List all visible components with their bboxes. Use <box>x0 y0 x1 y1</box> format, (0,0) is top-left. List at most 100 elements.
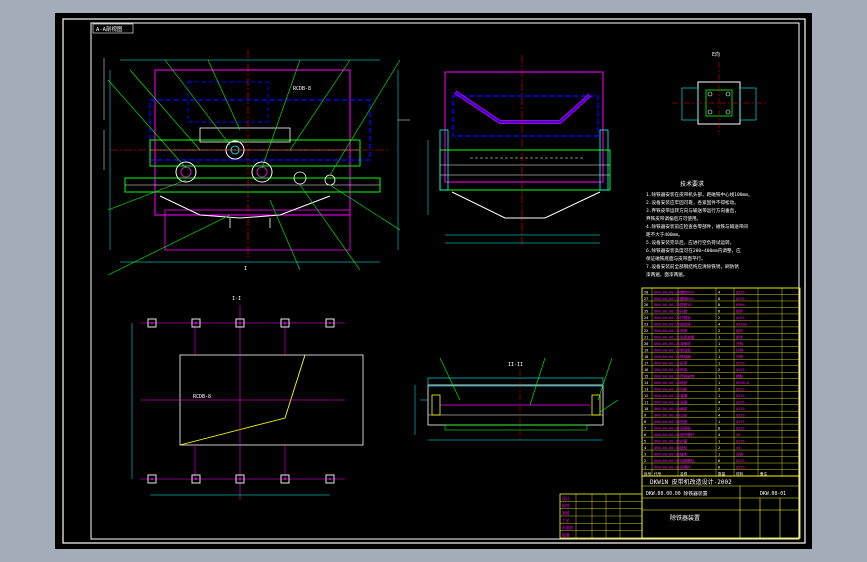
bom-cell: DKW.00.00.21 <box>654 336 680 340</box>
front-view-label: I <box>244 266 247 272</box>
section-view-label: II-II <box>508 362 523 368</box>
note-line: 弃铁皮带调偏后方可使用。 <box>646 215 701 222</box>
bom-cell: DKW.00.00.13 <box>654 388 680 392</box>
cad-drawing-window[interactable]: A-A剖视图 I RCDB-8 E向 技术要求 1.除铁器安装在皮带机头部，距磁… <box>0 0 867 562</box>
bom-cell: 16 <box>644 368 648 372</box>
bom-cell: 1 <box>718 336 720 340</box>
bom-cell: DKW.00.00.22 <box>654 329 680 333</box>
bom-cell: RCDB-8 <box>736 381 749 385</box>
bom-cell: 2 <box>718 388 720 392</box>
bom-cell: 磁铁 <box>680 380 688 385</box>
bom-cell: 4 <box>718 413 720 417</box>
bom-cell: Q235 <box>736 394 745 398</box>
bom-cell: 1 <box>644 465 646 469</box>
bom-cell: DKW.00.00.23 <box>654 323 680 327</box>
plan-view-label: I-I <box>232 296 241 302</box>
bom-header-cell: 名称 <box>680 471 688 476</box>
revision-cell: 审核 <box>562 511 570 516</box>
bom-cell: DKW.00.00.25 <box>654 310 680 314</box>
bom-cell: 8 <box>718 465 720 469</box>
bom-cell: DKW.00.00.09 <box>654 413 680 417</box>
bom-cell: 支腿 <box>680 399 688 404</box>
bom-cell: 螺母M16 <box>680 296 694 301</box>
bom-cell: 橡胶 <box>736 374 744 379</box>
title-product: DKW.00.00.00 除铁器装置 <box>646 490 708 497</box>
bom-cell: 2 <box>718 316 720 320</box>
bom-cell: 1 <box>718 362 720 366</box>
bom-cell: DKW.00.00.01 <box>654 465 680 469</box>
bom-cell: DKW.00.00.03 <box>654 452 680 456</box>
drawing-name: 除铁器装置 <box>670 514 700 522</box>
bom-cell: 45 <box>736 446 740 450</box>
bom-cell: 外购 <box>736 451 744 456</box>
bom-cell: Q235 <box>736 420 745 424</box>
note-line: 2.设备安装应牢固可靠，各紧固件不得松动。 <box>646 199 739 206</box>
bom-cell: 连接板 <box>680 425 691 430</box>
note-line: 距不大于400mm。 <box>646 231 683 238</box>
note-line: 4.除铁器安装前应检查各零部件，磁铁与输送带间 <box>646 223 748 230</box>
magnet-label-front: RCDB-8 <box>293 86 311 92</box>
bom-cell: 滚筒 <box>680 328 688 333</box>
bom-cell: 1 <box>718 439 720 443</box>
bom-cell: DKW.00.00.04 <box>654 446 680 450</box>
bom-cell: 1 <box>718 394 720 398</box>
detail-view-label: E向 <box>712 51 720 58</box>
bom-cell: 23 <box>644 323 648 327</box>
bom-cell: 4 <box>718 433 720 437</box>
bom-header-cell: 备注 <box>760 471 768 476</box>
note-line: 6.除铁器安装高度可在200~400mm内调整，应 <box>646 247 741 254</box>
bom-cell: HT200 <box>736 323 747 327</box>
bom-cell: 8 <box>644 420 646 424</box>
bom-cell: 25 <box>644 310 648 314</box>
bom-cell: DKW.00.00.07 <box>654 426 680 430</box>
bom-cell: 6 <box>644 433 646 437</box>
bom-cell: 1 <box>718 452 720 456</box>
bom-header-cell: 代号 <box>654 471 662 476</box>
bom-cell: Q235 <box>736 400 745 404</box>
bom-cell: 4 <box>718 290 720 294</box>
bom-cell: Q235 <box>736 459 745 463</box>
bom-cell: DKW.00.00.16 <box>654 368 680 372</box>
note-line: 保证磁铁底面与皮带面平行。 <box>646 255 706 262</box>
bom-cell: 联轴器 <box>680 354 691 359</box>
bom-cell: 1 <box>718 381 720 385</box>
bom-cell: 溜槽 <box>680 393 688 398</box>
bom-cell: DKW.00.00.02 <box>654 459 680 463</box>
bom-cell: 11 <box>644 400 648 404</box>
bom-cell: 20 <box>644 342 648 346</box>
bom-cell: DKW.00.00.17 <box>654 362 680 366</box>
bom-cell: Q235 <box>736 290 745 294</box>
bom-cell: 减速机 <box>680 341 691 346</box>
corner-tag-text: A-A剖视图 <box>96 25 123 33</box>
bom-cell: 吊架 <box>680 367 688 372</box>
bom-cell: Q235 <box>736 362 745 366</box>
revision-cell: 工艺 <box>562 518 570 523</box>
bom-cell: 立柱 <box>680 412 688 417</box>
bom-cell: Q235 <box>736 368 745 372</box>
bom-cell: DKW.00.00.19 <box>654 349 680 353</box>
bom-cell: DKW.00.00.24 <box>654 316 680 320</box>
bom-cell: 2 <box>644 459 646 463</box>
magnet-label-plan: RCDB-8 <box>193 394 211 400</box>
bom-cell: DKW.00.00.20 <box>654 342 680 346</box>
bom-cell: 2 <box>718 368 720 372</box>
bom-cell: DKW.00.00.06 <box>654 433 680 437</box>
bom-cell: Q235 <box>736 316 745 320</box>
bom-cell: 5 <box>644 439 646 443</box>
bom-cell: 外购 <box>736 354 744 359</box>
drawing-number: DKW.00-01 <box>760 491 786 497</box>
bom-cell: DKW.00.00.14 <box>654 381 680 385</box>
bom-cell: 9 <box>644 413 646 417</box>
bom-cell: 调节螺杆 <box>680 432 695 437</box>
revision-cell: 设计 <box>562 496 570 501</box>
bom-cell: 17 <box>644 362 648 366</box>
bom-cell: 8 <box>718 303 720 307</box>
revision-cell: 批准 <box>562 533 570 538</box>
bom-cell: 托辊架 <box>680 315 691 320</box>
bom-cell: 链条 <box>680 451 688 456</box>
bom-cell: 26 <box>644 303 648 307</box>
bom-cell: 垫圈16 <box>680 302 692 307</box>
bom-cell: 7 <box>644 426 646 430</box>
bom-cell: 10 <box>644 407 648 411</box>
bom-cell: 18 <box>644 355 648 359</box>
